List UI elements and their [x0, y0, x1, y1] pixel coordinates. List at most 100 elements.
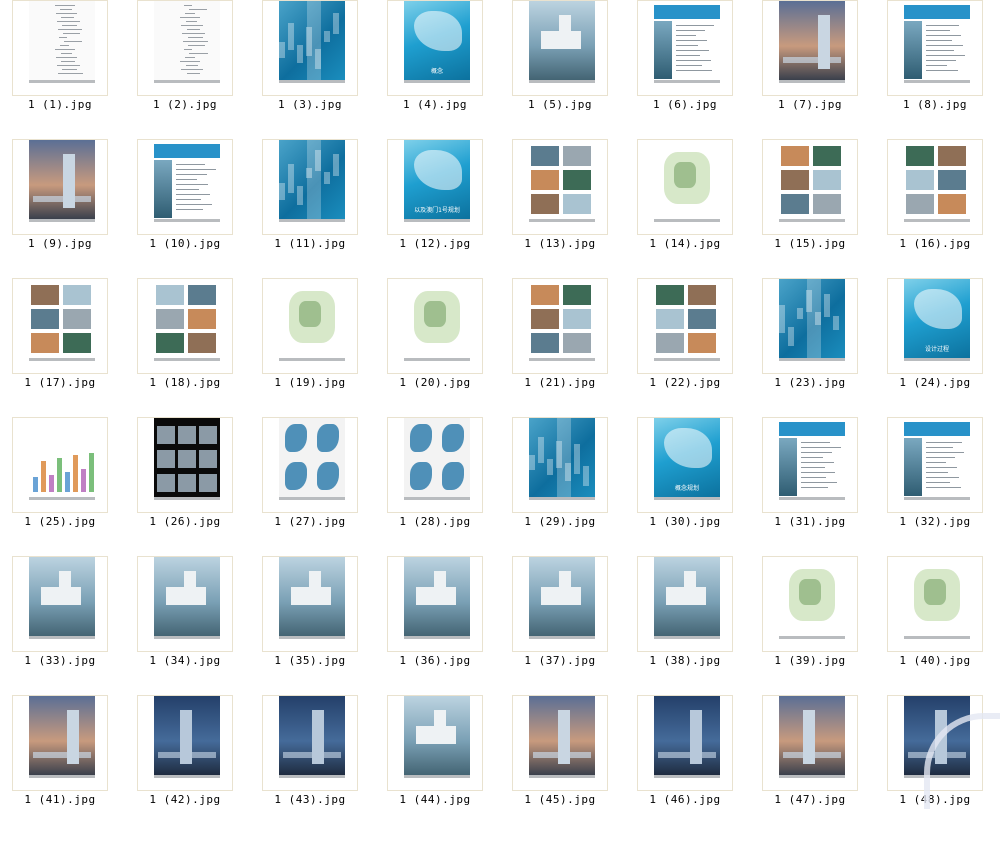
thumbnail-item[interactable]: 1 (28).jpg: [375, 417, 500, 568]
thumbnail-item[interactable]: 1 (36).jpg: [375, 556, 500, 707]
thumbnail-filename[interactable]: 1 (5).jpg: [500, 98, 620, 111]
thumbnail-image[interactable]: [262, 139, 358, 235]
thumbnail-image[interactable]: [137, 139, 233, 235]
thumbnail-image[interactable]: 概念规划: [637, 417, 733, 513]
thumbnail-filename[interactable]: 1 (33).jpg: [0, 654, 120, 667]
thumbnail-item[interactable]: 1 (25).jpg: [0, 417, 125, 568]
thumbnail-image[interactable]: [262, 278, 358, 374]
thumbnail-image[interactable]: [137, 695, 233, 791]
thumbnail-image[interactable]: [637, 0, 733, 96]
thumbnail-image[interactable]: [262, 695, 358, 791]
thumbnail-item[interactable]: 1 (23).jpg: [750, 278, 875, 429]
thumbnail-filename[interactable]: 1 (43).jpg: [250, 793, 370, 806]
thumbnail-item[interactable]: 1 (16).jpg: [875, 139, 1000, 290]
thumbnail-image[interactable]: [387, 417, 483, 513]
thumbnail-filename[interactable]: 1 (38).jpg: [625, 654, 745, 667]
thumbnail-filename[interactable]: 1 (32).jpg: [875, 515, 995, 528]
thumbnail-item[interactable]: 以及澳门1号规划 1 (12).jpg: [375, 139, 500, 290]
thumbnail-item[interactable]: 概念 1 (4).jpg: [375, 0, 500, 151]
thumbnail-item[interactable]: 1 (6).jpg: [625, 0, 750, 151]
thumbnail-filename[interactable]: 1 (2).jpg: [125, 98, 245, 111]
thumbnail-filename[interactable]: 1 (19).jpg: [250, 376, 370, 389]
thumbnail-item[interactable]: 1 (10).jpg: [125, 139, 250, 290]
thumbnail-item[interactable]: 1 (29).jpg: [500, 417, 625, 568]
thumbnail-image[interactable]: [762, 278, 858, 374]
thumbnail-filename[interactable]: 1 (12).jpg: [375, 237, 495, 250]
thumbnail-item[interactable]: 概念规划 1 (30).jpg: [625, 417, 750, 568]
thumbnail-filename[interactable]: 1 (24).jpg: [875, 376, 995, 389]
thumbnail-item[interactable]: 1 (33).jpg: [0, 556, 125, 707]
thumbnail-image[interactable]: [762, 556, 858, 652]
thumbnail-item[interactable]: 1 (41).jpg: [0, 695, 125, 846]
thumbnail-filename[interactable]: 1 (35).jpg: [250, 654, 370, 667]
thumbnail-image[interactable]: [387, 278, 483, 374]
thumbnail-item[interactable]: 1 (44).jpg: [375, 695, 500, 846]
thumbnail-image[interactable]: [887, 556, 983, 652]
thumbnail-filename[interactable]: 1 (16).jpg: [875, 237, 995, 250]
thumbnail-item[interactable]: 1 (19).jpg: [250, 278, 375, 429]
thumbnail-image[interactable]: [137, 278, 233, 374]
thumbnail-filename[interactable]: 1 (45).jpg: [500, 793, 620, 806]
thumbnail-item[interactable]: 1 (34).jpg: [125, 556, 250, 707]
thumbnail-filename[interactable]: 1 (15).jpg: [750, 237, 870, 250]
thumbnail-item[interactable]: 1 (39).jpg: [750, 556, 875, 707]
thumbnail-filename[interactable]: 1 (22).jpg: [625, 376, 745, 389]
thumbnail-item[interactable]: 1 (46).jpg: [625, 695, 750, 846]
thumbnail-image[interactable]: [137, 417, 233, 513]
thumbnail-item[interactable]: 1 (20).jpg: [375, 278, 500, 429]
thumbnail-image[interactable]: [762, 0, 858, 96]
thumbnail-image[interactable]: [637, 139, 733, 235]
thumbnail-image[interactable]: 设计过程: [887, 278, 983, 374]
thumbnail-image[interactable]: [637, 278, 733, 374]
thumbnail-image[interactable]: [262, 556, 358, 652]
thumbnail-filename[interactable]: 1 (25).jpg: [0, 515, 120, 528]
thumbnail-image[interactable]: [387, 556, 483, 652]
thumbnail-filename[interactable]: 1 (42).jpg: [125, 793, 245, 806]
thumbnail-item[interactable]: 1 (35).jpg: [250, 556, 375, 707]
thumbnail-item[interactable]: 1 (13).jpg: [500, 139, 625, 290]
thumbnail-image[interactable]: [12, 278, 108, 374]
thumbnail-filename[interactable]: 1 (29).jpg: [500, 515, 620, 528]
thumbnail-filename[interactable]: 1 (31).jpg: [750, 515, 870, 528]
thumbnail-filename[interactable]: 1 (11).jpg: [250, 237, 370, 250]
thumbnail-image[interactable]: [12, 556, 108, 652]
thumbnail-item[interactable]: 1 (7).jpg: [750, 0, 875, 151]
thumbnail-item[interactable]: 1 (8).jpg: [875, 0, 1000, 151]
thumbnail-item[interactable]: 1 (15).jpg: [750, 139, 875, 290]
thumbnail-filename[interactable]: 1 (21).jpg: [500, 376, 620, 389]
thumbnail-item[interactable]: 1 (17).jpg: [0, 278, 125, 429]
thumbnail-item[interactable]: 1 (18).jpg: [125, 278, 250, 429]
thumbnail-filename[interactable]: 1 (17).jpg: [0, 376, 120, 389]
thumbnail-image[interactable]: [762, 695, 858, 791]
thumbnail-filename[interactable]: 1 (41).jpg: [0, 793, 120, 806]
thumbnail-image[interactable]: [12, 417, 108, 513]
thumbnail-filename[interactable]: 1 (28).jpg: [375, 515, 495, 528]
thumbnail-item[interactable]: 1 (11).jpg: [250, 139, 375, 290]
thumbnail-filename[interactable]: 1 (23).jpg: [750, 376, 870, 389]
thumbnail-filename[interactable]: 1 (20).jpg: [375, 376, 495, 389]
thumbnail-item[interactable]: 1 (45).jpg: [500, 695, 625, 846]
thumbnail-item[interactable]: 1 (40).jpg: [875, 556, 1000, 707]
thumbnail-image[interactable]: [12, 139, 108, 235]
thumbnail-filename[interactable]: 1 (39).jpg: [750, 654, 870, 667]
thumbnail-item[interactable]: 1 (2).jpg: [125, 0, 250, 151]
thumbnail-filename[interactable]: 1 (44).jpg: [375, 793, 495, 806]
thumbnail-image[interactable]: [512, 278, 608, 374]
thumbnail-filename[interactable]: 1 (9).jpg: [0, 237, 120, 250]
thumbnail-image[interactable]: [512, 695, 608, 791]
thumbnail-image[interactable]: 概念: [387, 0, 483, 96]
thumbnail-item[interactable]: 1 (27).jpg: [250, 417, 375, 568]
thumbnail-item[interactable]: 1 (47).jpg: [750, 695, 875, 846]
thumbnail-image[interactable]: [12, 695, 108, 791]
thumbnail-filename[interactable]: 1 (30).jpg: [625, 515, 745, 528]
thumbnail-image[interactable]: [512, 139, 608, 235]
thumbnail-image[interactable]: [762, 417, 858, 513]
thumbnail-item[interactable]: 1 (38).jpg: [625, 556, 750, 707]
thumbnail-image[interactable]: 以及澳门1号规划: [387, 139, 483, 235]
thumbnail-filename[interactable]: 1 (27).jpg: [250, 515, 370, 528]
thumbnail-filename[interactable]: 1 (26).jpg: [125, 515, 245, 528]
thumbnail-image[interactable]: [887, 139, 983, 235]
thumbnail-image[interactable]: [887, 0, 983, 96]
thumbnail-filename[interactable]: 1 (7).jpg: [750, 98, 870, 111]
thumbnail-image[interactable]: [762, 139, 858, 235]
